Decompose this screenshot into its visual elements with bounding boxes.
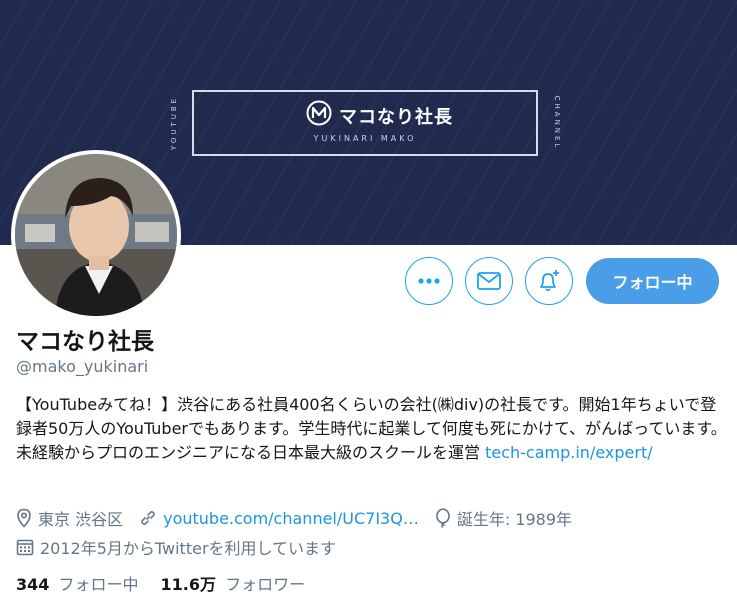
banner-subtitle: YUKINARI MAKO <box>313 134 417 143</box>
joined-text: 2012年5月からTwitterを利用しています <box>40 539 337 558</box>
following-label: フォロー中 <box>58 575 139 594</box>
website[interactable]: youtube.com/channel/UC7I3Q… <box>139 509 419 528</box>
profile-handle: @mako_yukinari <box>16 357 149 376</box>
following-button[interactable]: フォロー中 <box>586 258 719 304</box>
banner-side-label-right: CHANNEL <box>553 95 561 151</box>
followers-label: フォロワー <box>225 575 306 594</box>
followers-stat[interactable]: 11.6万 フォロワー <box>161 571 306 595</box>
profile-bio: 【YouTubeみてね！】渋谷にある社員400名くらいの会社(㈱div)の社長で… <box>16 393 728 465</box>
location-pin-icon <box>17 508 31 528</box>
following-count: 344 <box>16 575 50 594</box>
following-stat[interactable]: 344 フォロー中 <box>16 571 139 595</box>
avatar-photo <box>15 154 177 316</box>
followers-count: 11.6万 <box>160 575 216 594</box>
more-button[interactable] <box>405 257 453 305</box>
more-icon <box>418 278 440 284</box>
message-button[interactable] <box>465 257 513 305</box>
birthday: 誕生年: 1989年 <box>435 506 572 530</box>
avatar[interactable] <box>11 150 181 320</box>
profile-meta-row: 東京 渋谷区 youtube.com/channel/UC7I3Q… 誕生年: … <box>16 506 588 530</box>
profile-joined-row: 2012年5月からTwitterを利用しています <box>16 535 352 559</box>
profile-stats: 344 フォロー中 11.6万 フォロワー <box>16 571 327 595</box>
mail-icon <box>477 272 501 290</box>
location: 東京 渋谷区 <box>16 506 123 530</box>
banner-side-label-left: YOUTUBE <box>170 95 178 151</box>
bio-link[interactable]: tech-camp.in/expert/ <box>485 443 653 462</box>
notifications-button[interactable] <box>525 257 573 305</box>
bell-plus-icon <box>540 270 559 292</box>
joined: 2012年5月からTwitterを利用しています <box>16 535 336 559</box>
birthday-text: 誕生年: 1989年 <box>456 510 573 529</box>
profile-name: マコなり社長 <box>16 329 154 355</box>
website-link[interactable]: youtube.com/channel/UC7I3Q… <box>163 509 419 528</box>
calendar-icon <box>16 539 34 556</box>
banner-title: マコなり社長 <box>339 107 453 128</box>
channel-logo-icon <box>306 100 332 126</box>
location-text: 東京 渋谷区 <box>38 510 124 529</box>
link-icon <box>141 511 155 525</box>
balloon-icon <box>436 508 450 528</box>
